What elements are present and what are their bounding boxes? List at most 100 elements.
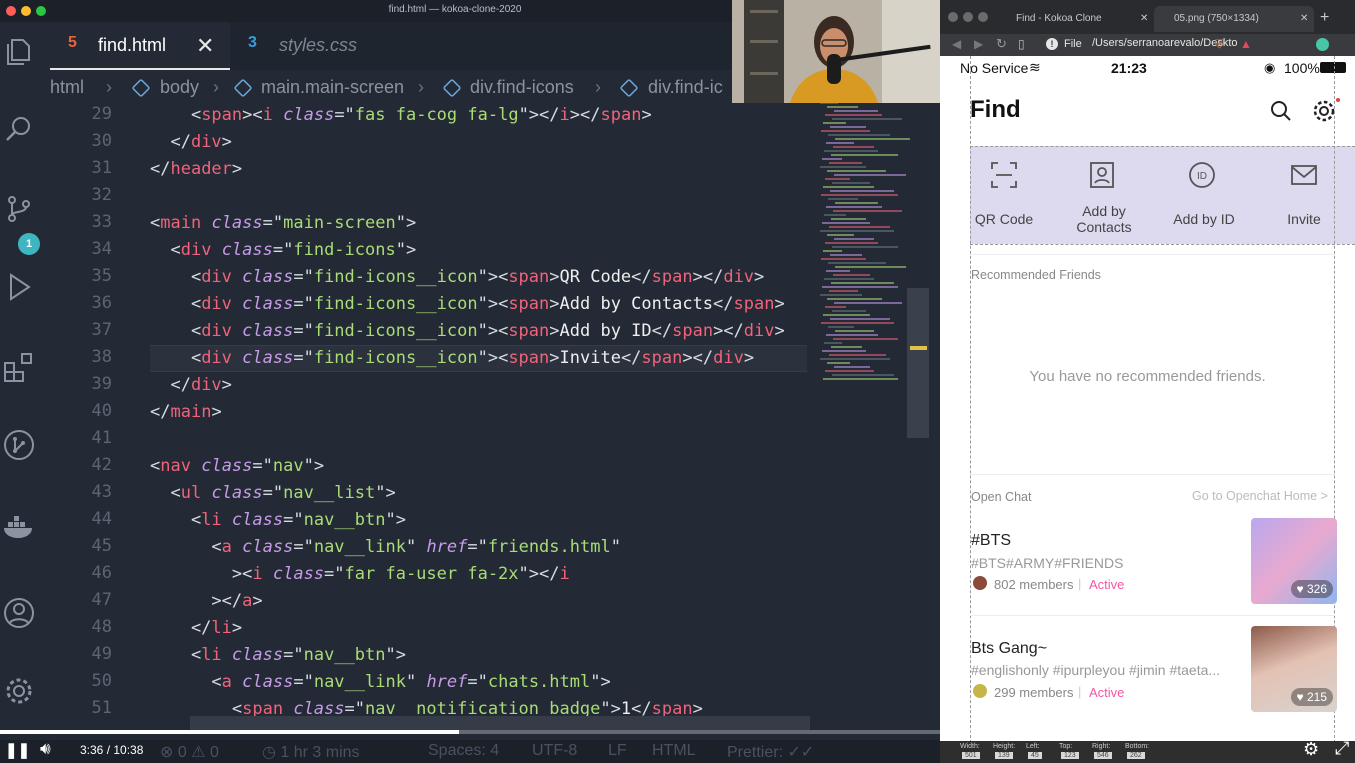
code-token: "> <box>395 213 417 233</box>
git-graph-icon[interactable] <box>2 428 36 462</box>
breadcrumb-item[interactable]: main.main-screen <box>261 77 404 98</box>
zoom-window-button[interactable] <box>978 12 988 22</box>
minimap-line <box>827 362 850 364</box>
line-number: 43 <box>91 482 112 502</box>
code-token: =" <box>252 456 273 476</box>
breadcrumb-item[interactable]: div.find-icons <box>470 77 574 98</box>
code-token: </ <box>150 159 171 179</box>
minimap-line <box>829 226 890 228</box>
extension-icon[interactable] <box>1316 38 1329 51</box>
forward-arrow-icon[interactable]: ▶ <box>974 37 983 51</box>
minimize-window-button[interactable] <box>963 12 973 22</box>
code-token: nav <box>160 456 191 476</box>
line-number: 32 <box>91 185 112 205</box>
code-token: class <box>221 240 273 260</box>
vertical-scrollbar[interactable] <box>907 288 929 438</box>
accounts-icon[interactable] <box>2 596 36 630</box>
code-token: class <box>242 321 294 341</box>
code-token: < <box>150 456 161 476</box>
find-option-invite[interactable]: Invite <box>1259 211 1349 227</box>
divider <box>970 615 1335 616</box>
code-token: =" <box>467 672 488 692</box>
tab-styles-css[interactable]: 3 styles.css <box>240 22 440 70</box>
code-token: main-screen <box>283 213 396 233</box>
clock: 21:23 <box>1111 60 1147 76</box>
id-badge-icon[interactable]: ID <box>1188 161 1216 189</box>
extensions-icon[interactable] <box>2 350 36 384</box>
qr-scan-icon[interactable] <box>990 161 1018 189</box>
svg-text:ID: ID <box>1197 171 1207 182</box>
code-editor-window: find.html — kokoa-clone-2020 1 5 find.ht… <box>0 0 940 763</box>
settings-gear-icon[interactable]: ⚙ <box>1303 739 1319 760</box>
code-token: =" <box>283 645 304 665</box>
progress-track[interactable] <box>0 730 1355 734</box>
code-token: < <box>150 645 202 665</box>
settings-gear-icon[interactable] <box>2 674 36 708</box>
close-window-button[interactable] <box>948 12 958 22</box>
code-token: far fa-user fa-2x <box>344 564 519 584</box>
search-icon[interactable] <box>1270 100 1292 122</box>
code-token: " <box>610 537 621 557</box>
minimap-line <box>822 222 870 224</box>
breadcrumb-item[interactable]: div.find-ic <box>648 77 723 98</box>
close-tab-icon[interactable]: ✕ <box>196 33 214 59</box>
scrollbar-marker <box>910 346 927 350</box>
bookmark-icon[interactable]: ▯ <box>1018 37 1025 51</box>
code-token: span <box>508 321 550 341</box>
code-token: =" <box>293 294 314 314</box>
pause-icon[interactable]: ❚❚ <box>5 741 30 759</box>
code-token: chats.html <box>487 672 591 692</box>
tab-find-html[interactable]: 5 find.html ✕ <box>50 22 230 70</box>
code-token: > <box>549 321 560 341</box>
breadcrumb-item[interactable]: html <box>50 77 84 98</box>
code-token: find-icons__icon <box>313 348 478 368</box>
settings-gear-icon[interactable] <box>1312 99 1336 123</box>
find-option-qr-code[interactable]: QR Code <box>959 211 1049 227</box>
docker-icon[interactable] <box>2 510 36 544</box>
reload-icon[interactable]: ↻ <box>996 36 1007 52</box>
source-control-badge: 1 <box>18 233 40 255</box>
rewards-triangle-icon[interactable]: ▲ <box>1240 37 1252 51</box>
code-token: =" <box>293 267 314 287</box>
avatar <box>973 684 987 698</box>
explorer-files-icon[interactable] <box>2 34 36 68</box>
new-tab-button[interactable]: + <box>1320 9 1329 27</box>
minimap-line <box>829 162 862 164</box>
fullscreen-icon[interactable]: ⤢ <box>1335 738 1349 759</box>
minimap-line <box>827 106 858 108</box>
line-number: 41 <box>91 428 112 448</box>
envelope-icon[interactable] <box>1290 161 1318 189</box>
code-token: div <box>201 267 232 287</box>
code-area[interactable]: <span><i class="fas fa-cog fa-lg"></i></… <box>150 102 810 732</box>
search-icon[interactable] <box>2 112 36 146</box>
code-token: class <box>283 105 335 125</box>
info-icon[interactable]: ! <box>1046 38 1058 50</box>
back-arrow-icon[interactable]: ◀ <box>952 37 961 51</box>
code-token: find-icons <box>293 240 396 260</box>
find-option-add-by-id[interactable]: Add by ID <box>1159 211 1249 227</box>
empty-recommendations-message: You have no recommended friends. <box>1029 368 1266 385</box>
browser-tab-image[interactable]: 05.png (750×1334) ✕ <box>1154 6 1314 32</box>
horizontal-scrollbar[interactable] <box>190 716 810 730</box>
minimap-line <box>829 354 886 356</box>
minimap[interactable] <box>812 102 910 392</box>
close-tab-icon[interactable]: ✕ <box>1300 13 1308 24</box>
volume-icon[interactable]: 🔊︎ <box>40 739 51 759</box>
openchat-home-link[interactable]: Go to Openchat Home > <box>1192 489 1328 503</box>
minimap-line <box>835 138 910 140</box>
minimap-line <box>826 142 854 144</box>
source-control-icon[interactable] <box>2 192 36 226</box>
find-option-add-by-contacts[interactable]: Add by Contacts <box>1059 203 1149 235</box>
code-token: > <box>754 267 765 287</box>
contact-card-icon[interactable] <box>1088 161 1116 189</box>
close-tab-icon[interactable]: ✕ <box>1140 13 1148 24</box>
code-token: < <box>150 240 181 260</box>
url-scheme: File <box>1064 38 1082 50</box>
open-chat-heading: Open Chat <box>971 490 1032 504</box>
run-debug-icon[interactable] <box>2 270 36 304</box>
browser-tab-find[interactable]: Find - Kokoa Clone ✕ <box>1000 6 1150 32</box>
code-line: </main> <box>150 399 222 426</box>
brave-shield-icon[interactable]: ⛨ <box>1215 37 1224 52</box>
breadcrumb-item[interactable]: body <box>160 77 199 98</box>
